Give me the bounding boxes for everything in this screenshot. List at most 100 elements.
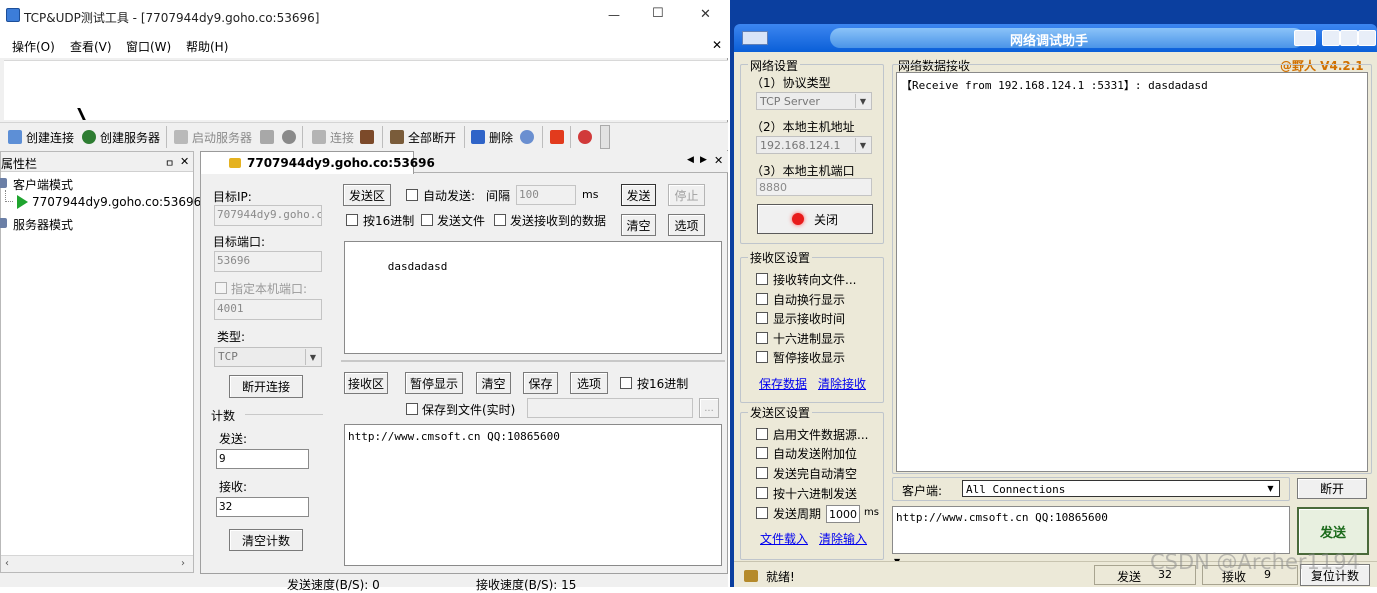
panel-close-icon[interactable]: ✕ (180, 155, 189, 168)
create-connection-button[interactable]: 创建连接 (26, 129, 74, 146)
splitter[interactable] (341, 360, 725, 362)
power-icon[interactable] (550, 130, 564, 144)
system-menu-icon[interactable] (742, 31, 768, 45)
stop-circle-icon[interactable] (282, 130, 296, 144)
send-hex-checkbox[interactable] (346, 214, 358, 226)
recv-clear-button[interactable]: 清空 (476, 372, 511, 394)
send-textarea[interactable]: dasdadasd (344, 241, 722, 354)
clear-input-link[interactable]: 清除输入 (819, 530, 867, 547)
recv-count-field[interactable]: 32 (216, 497, 309, 517)
tree-client-mode[interactable]: 客户端模式 (13, 176, 73, 193)
menu-help[interactable]: 帮助(H) (186, 38, 228, 55)
recv-textarea[interactable]: http://www.cmsoft.cn QQ:10865600 (344, 424, 722, 566)
tab-next-icon[interactable]: ▶ (700, 155, 707, 165)
recv-opt-checkbox[interactable] (756, 332, 768, 344)
send-options-button[interactable]: 选项 (668, 214, 705, 236)
create-server-button[interactable]: 创建服务器 (100, 129, 160, 146)
recv-area-button[interactable]: 接收区 (344, 372, 388, 394)
auto-send-checkbox[interactable] (406, 189, 418, 201)
scroll-right-icon[interactable]: › (181, 558, 185, 569)
send-opt-checkbox[interactable] (756, 487, 768, 499)
create-connection-icon (8, 130, 22, 144)
recv-hex-checkbox[interactable] (620, 377, 632, 389)
right-minimize-button[interactable] (1322, 30, 1340, 46)
session-body: 目标IP: 707944dy9.goho.co 目标端口: 53696 指定本机… (200, 174, 728, 574)
local-port-checkbox[interactable] (215, 282, 227, 294)
send-opt-checkbox[interactable] (756, 467, 768, 479)
menu-view[interactable]: 查看(V) (70, 38, 112, 55)
disconnect-icon[interactable] (360, 130, 374, 144)
save-file-path-field[interactable] (527, 398, 693, 418)
send-area-button[interactable]: 发送区 (343, 184, 391, 206)
session-tab[interactable]: 7707944dy9.goho.co:53696 (200, 151, 435, 174)
disconnect-connection-button[interactable]: 断开连接 (229, 375, 303, 398)
target-ip-field[interactable]: 707944dy9.goho.co (214, 205, 322, 226)
tab-prev-icon[interactable]: ◀ (687, 155, 694, 165)
save-to-file-label: 保存到文件(实时) (422, 403, 516, 417)
disconnect-client-button[interactable]: 断开 (1297, 478, 1367, 499)
help-icon[interactable] (578, 130, 592, 144)
right-close-button[interactable] (1358, 30, 1376, 46)
left-window-title: TCP&UDP测试工具 - [7707944dy9.goho.co:53696] (24, 11, 320, 25)
clear-recv-link[interactable]: 清除接收 (818, 375, 866, 392)
menu-window[interactable]: 窗口(W) (126, 38, 171, 55)
host-select[interactable]: 192.168.124.1 ▼ (756, 136, 872, 154)
maximize-button[interactable]: ☐ (652, 6, 664, 21)
local-port-field[interactable]: 4001 (214, 299, 322, 320)
send-button[interactable]: 发送 (621, 184, 656, 206)
clear-count-button[interactable]: 清空计数 (229, 529, 303, 551)
menu-operate[interactable]: 操作(O) (12, 38, 55, 55)
tree-client-item[interactable]: 7707944dy9.goho.co:53696 (32, 195, 201, 209)
send-message-button[interactable]: 发送 (1297, 507, 1369, 555)
recv-opt-checkbox[interactable] (756, 351, 768, 363)
send-clear-button[interactable]: 清空 (621, 214, 656, 236)
client-select[interactable]: All Connections ▼ (962, 480, 1280, 497)
recv-opt-checkbox[interactable] (756, 273, 768, 285)
toolbar-overflow-icon[interactable] (600, 125, 610, 149)
recv-opt-checkbox[interactable] (756, 293, 768, 305)
horizontal-scrollbar[interactable]: ‹ › (1, 555, 193, 572)
save-to-file-checkbox[interactable] (406, 403, 418, 415)
file-load-link[interactable]: 文件载入 (760, 530, 808, 547)
minimize-button[interactable]: — (608, 8, 620, 22)
right-maximize-button[interactable] (1340, 30, 1358, 46)
disconnect-all-button[interactable]: 全部断开 (408, 129, 456, 146)
close-connection-button[interactable]: 关闭 (757, 204, 873, 234)
send-opt-checkbox[interactable] (756, 428, 768, 440)
host-select-value: 192.168.124.1 (760, 139, 841, 152)
recv-save-button[interactable]: 保存 (523, 372, 558, 394)
send-input-area[interactable]: http://www.cmsoft.cn QQ:10865600 (892, 506, 1290, 554)
tab-close-icon[interactable]: ✕ (714, 154, 723, 167)
interval-field[interactable]: 100 (516, 185, 576, 205)
send-opt-checkbox[interactable] (756, 447, 768, 459)
tree-server-mode[interactable]: 服务器模式 (13, 216, 73, 233)
save-data-link[interactable]: 保存数据 (759, 375, 807, 392)
recv-data-area[interactable]: 【Receive from 192.168.124.1 :5331】: dasd… (896, 72, 1368, 472)
pin-window-button[interactable] (1294, 30, 1316, 46)
close-button[interactable]: ✕ (700, 7, 711, 22)
type-select[interactable]: TCP ▼ (214, 347, 322, 367)
scroll-left-icon[interactable]: ‹ (5, 558, 9, 569)
send-period-field[interactable]: 1000 (826, 505, 860, 523)
mdi-close-icon[interactable]: ✕ (712, 38, 722, 52)
port-field[interactable]: 8880 (756, 178, 872, 196)
pin-icon[interactable]: ㅁ (165, 155, 174, 170)
send-file-checkbox[interactable] (421, 214, 433, 226)
protocol-select[interactable]: TCP Server ▼ (756, 92, 872, 110)
send-received-checkbox[interactable] (494, 214, 506, 226)
gears-icon[interactable] (520, 130, 534, 144)
browse-button[interactable]: ... (699, 398, 719, 418)
stop-button[interactable]: 停止 (668, 184, 705, 206)
start-server-button[interactable]: 启动服务器 (192, 129, 252, 146)
recv-opt-checkbox[interactable] (756, 312, 768, 324)
target-port-field[interactable]: 53696 (214, 251, 322, 272)
connect-button[interactable]: 连接 (330, 129, 354, 146)
send-file-label: 发送文件 (437, 214, 486, 228)
send-period-checkbox[interactable] (756, 507, 768, 519)
pause-display-button[interactable]: 暂停显示 (405, 372, 463, 394)
tree-line (5, 190, 13, 202)
send-count-field[interactable]: 9 (216, 449, 309, 469)
net-settings-title: 网络设置 (748, 57, 801, 74)
delete-button[interactable]: 删除 (489, 129, 513, 146)
recv-options-button[interactable]: 选项 (570, 372, 608, 394)
